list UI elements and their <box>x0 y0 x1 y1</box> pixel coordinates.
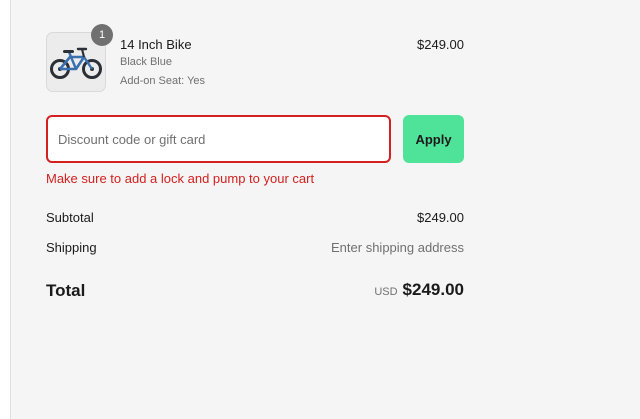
apply-discount-button[interactable]: Apply <box>403 115 464 163</box>
subtotal-label: Subtotal <box>46 210 94 225</box>
quantity-badge: 1 <box>91 24 113 46</box>
discount-error-message: Make sure to add a lock and pump to your… <box>46 171 315 186</box>
total-amount: $249.00 <box>402 280 464 299</box>
product-thumbnail: 1 <box>46 24 113 92</box>
discount-code-input[interactable] <box>46 115 391 163</box>
product-variant: Black Blue <box>120 56 172 68</box>
shipping-value: Enter shipping address <box>331 240 464 255</box>
total-currency: USD <box>374 286 398 298</box>
subtotal-row: Subtotal $249.00 <box>46 210 464 225</box>
total-label: Total <box>46 281 86 300</box>
bike-icon <box>50 47 102 79</box>
cart-line-item: 1 14 Inch Bike Black Blue Add-on Seat: Y… <box>46 24 464 94</box>
product-price: $249.00 <box>417 37 464 52</box>
shipping-label: Shipping <box>46 240 97 255</box>
total-value-group: USD $249.00 <box>374 280 464 300</box>
total-row: Total USD $249.00 <box>46 280 464 302</box>
subtotal-value: $249.00 <box>417 210 464 225</box>
product-addon: Add-on Seat: Yes <box>120 75 206 87</box>
shipping-row: Shipping Enter shipping address <box>46 240 464 255</box>
product-name: 14 Inch Bike <box>120 37 192 52</box>
